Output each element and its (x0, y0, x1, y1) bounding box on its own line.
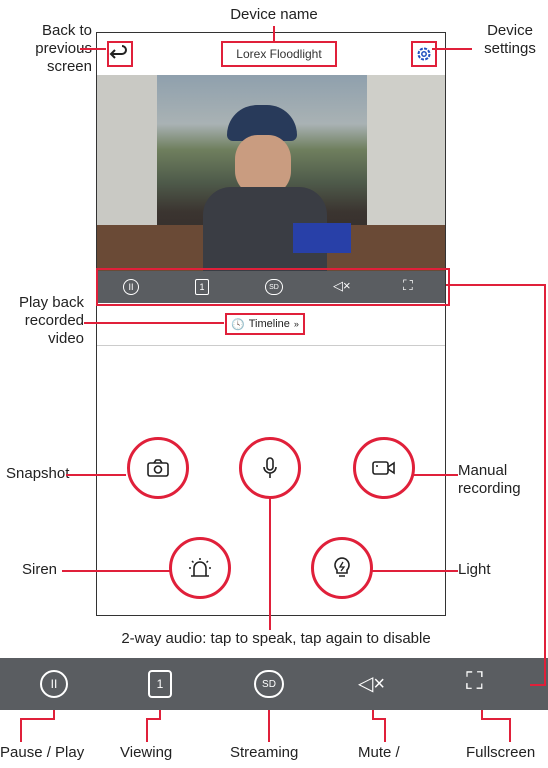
live-video[interactable] (97, 75, 445, 271)
viewing-annotation: Viewing (120, 744, 173, 761)
package-box (293, 223, 351, 253)
camera-icon (147, 459, 169, 477)
timeline-label: Timeline (248, 318, 290, 330)
leader-bar-bottom (530, 684, 546, 686)
leader-bar-side (544, 284, 546, 686)
device-name-box: Lorex Floodlight (221, 41, 337, 67)
playback-annotation: Play back recorded video (18, 294, 84, 347)
mute-annotation: Mute / (358, 744, 400, 761)
light-button[interactable] (311, 537, 373, 599)
leader-light (372, 570, 458, 572)
leader-two-way-audio (269, 498, 271, 630)
leader-mute-v2 (384, 718, 386, 742)
video-control-bar-highlight (96, 268, 450, 306)
chevron-down-icon: » (293, 319, 299, 329)
back-annotation: Back to previous screen (0, 22, 92, 76)
video-record-icon (372, 461, 395, 475)
snapshot-annotation: Snapshot (6, 465, 70, 482)
siren-button[interactable] (169, 537, 231, 599)
top-bar: Lorex Floodlight (97, 33, 445, 75)
device-name: Lorex Floodlight (236, 47, 322, 61)
divider (97, 345, 445, 346)
phone-screen: Lorex Floodlight II 1 SD ◁× ⛶ 🕓 Timeline… (96, 32, 446, 616)
clock-icon: 🕓 (231, 318, 245, 331)
timeline-button[interactable]: 🕓 Timeline » (225, 313, 305, 335)
manual-recording-button[interactable] (353, 437, 415, 499)
leader-viewing-h (146, 718, 161, 720)
microphone-icon (263, 457, 277, 478)
snapshot-button[interactable] (127, 437, 189, 499)
device-name-annotation: Device name (230, 6, 318, 23)
two-way-audio-button[interactable] (239, 437, 301, 499)
leader-back (80, 48, 106, 50)
leader-manual-recording (414, 474, 458, 476)
back-arrow-icon (109, 45, 127, 59)
leader-viewing-v2 (146, 718, 148, 742)
siren-icon (189, 558, 211, 577)
back-button[interactable] (107, 41, 133, 67)
leader-pause-v2 (20, 718, 22, 742)
gear-icon (417, 47, 431, 61)
enlarged-bar-frame (2, 656, 548, 714)
settings-button[interactable] (411, 41, 437, 67)
leader-settings (432, 48, 472, 50)
leader-device-name (273, 26, 275, 42)
leader-pause-h (20, 718, 55, 720)
leader-playback (84, 322, 224, 324)
leader-fullscreen-h (481, 718, 511, 720)
fullscreen-annotation: Fullscreen (466, 744, 536, 761)
leader-streaming (268, 710, 270, 742)
leader-snapshot (66, 474, 126, 476)
leader-bar-top (446, 284, 546, 286)
settings-annotation: Device settings (484, 22, 536, 57)
two-way-audio-annotation: 2-way audio: tap to speak, tap again to … (121, 630, 431, 647)
pause-play-annotation: Pause / Play (0, 744, 85, 761)
light-annotation: Light (458, 561, 491, 578)
light-bulb-icon (334, 557, 350, 577)
leader-fullscreen-v2 (509, 718, 511, 742)
streaming-annotation: Streaming (230, 744, 299, 761)
siren-annotation: Siren (22, 561, 58, 578)
manual-recording-annotation: Manual recording (458, 462, 521, 497)
person-face (235, 135, 291, 195)
leader-siren (62, 570, 170, 572)
